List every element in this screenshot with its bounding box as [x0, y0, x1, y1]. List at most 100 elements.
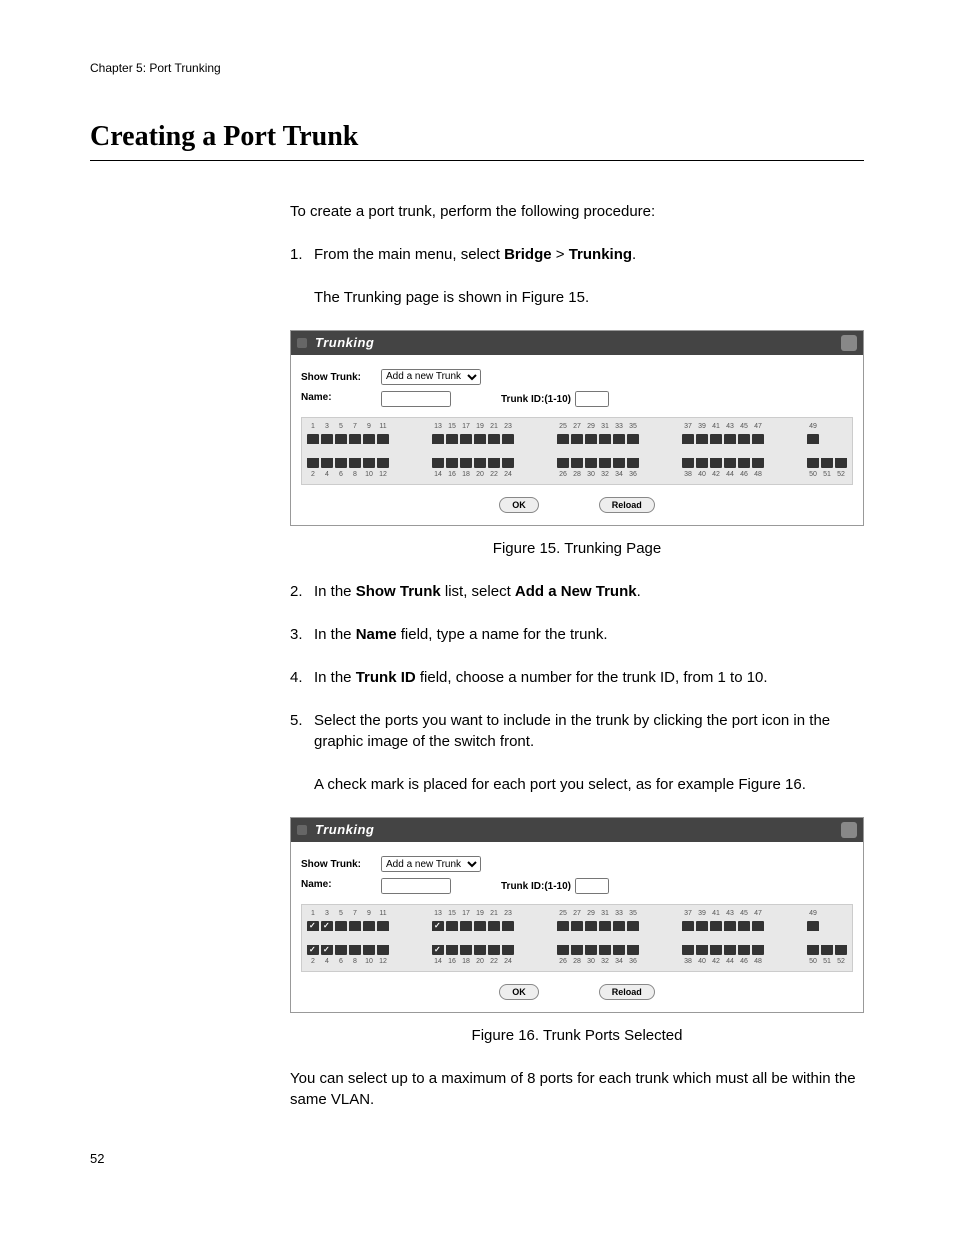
port-44[interactable]	[724, 458, 736, 468]
port-34[interactable]	[613, 458, 625, 468]
port-5[interactable]	[335, 921, 347, 931]
trunk-id-input[interactable]	[575, 878, 609, 894]
port-40[interactable]	[696, 945, 708, 955]
port-45[interactable]	[738, 434, 750, 444]
port-48[interactable]	[752, 945, 764, 955]
port-40[interactable]	[696, 458, 708, 468]
port-9[interactable]	[363, 921, 375, 931]
port-22[interactable]	[488, 458, 500, 468]
port-28[interactable]	[571, 458, 583, 468]
port-2[interactable]	[307, 945, 319, 955]
trunk-id-input[interactable]	[575, 391, 609, 407]
port-31[interactable]	[599, 921, 611, 931]
port-39[interactable]	[696, 434, 708, 444]
port-33[interactable]	[613, 921, 625, 931]
port-38[interactable]	[682, 458, 694, 468]
port-6[interactable]	[335, 945, 347, 955]
port-20[interactable]	[474, 458, 486, 468]
port-4[interactable]	[321, 458, 333, 468]
port-51[interactable]	[821, 458, 833, 468]
port-12[interactable]	[377, 458, 389, 468]
port-14[interactable]	[432, 945, 444, 955]
port-26[interactable]	[557, 945, 569, 955]
port-10[interactable]	[363, 945, 375, 955]
port-29[interactable]	[585, 921, 597, 931]
port-8[interactable]	[349, 945, 361, 955]
port-10[interactable]	[363, 458, 375, 468]
port-44[interactable]	[724, 945, 736, 955]
port-19[interactable]	[474, 921, 486, 931]
port-20[interactable]	[474, 945, 486, 955]
reload-button[interactable]: Reload	[599, 984, 655, 1001]
port-52[interactable]	[835, 945, 847, 955]
port-27[interactable]	[571, 921, 583, 931]
port-47[interactable]	[752, 434, 764, 444]
port-3[interactable]	[321, 921, 333, 931]
port-27[interactable]	[571, 434, 583, 444]
port-8[interactable]	[349, 458, 361, 468]
port-15[interactable]	[446, 921, 458, 931]
port-42[interactable]	[710, 458, 722, 468]
port-46[interactable]	[738, 945, 750, 955]
port-21[interactable]	[488, 434, 500, 444]
trunk-name-input[interactable]	[381, 878, 451, 894]
port-46[interactable]	[738, 458, 750, 468]
port-13[interactable]	[432, 921, 444, 931]
port-39[interactable]	[696, 921, 708, 931]
port-33[interactable]	[613, 434, 625, 444]
port-15[interactable]	[446, 434, 458, 444]
port-52[interactable]	[835, 458, 847, 468]
port-7[interactable]	[349, 921, 361, 931]
ok-button[interactable]: OK	[499, 984, 539, 1001]
port-29[interactable]	[585, 434, 597, 444]
port-16[interactable]	[446, 945, 458, 955]
port-16[interactable]	[446, 458, 458, 468]
port-43[interactable]	[724, 434, 736, 444]
port-28[interactable]	[571, 945, 583, 955]
port-43[interactable]	[724, 921, 736, 931]
port-36[interactable]	[627, 458, 639, 468]
port-24[interactable]	[502, 458, 514, 468]
port-25[interactable]	[557, 921, 569, 931]
port-45[interactable]	[738, 921, 750, 931]
port-18[interactable]	[460, 945, 472, 955]
port-18[interactable]	[460, 458, 472, 468]
port-35[interactable]	[627, 921, 639, 931]
port-6[interactable]	[335, 458, 347, 468]
trunk-name-input[interactable]	[381, 391, 451, 407]
port-23[interactable]	[502, 434, 514, 444]
port-50[interactable]	[807, 458, 819, 468]
show-trunk-select[interactable]: Add a new Trunk	[381, 369, 481, 385]
port-31[interactable]	[599, 434, 611, 444]
port-21[interactable]	[488, 921, 500, 931]
port-9[interactable]	[363, 434, 375, 444]
port-50[interactable]	[807, 945, 819, 955]
port-26[interactable]	[557, 458, 569, 468]
port-49[interactable]	[807, 434, 819, 444]
port-3[interactable]	[321, 434, 333, 444]
port-1[interactable]	[307, 434, 319, 444]
port-1[interactable]	[307, 921, 319, 931]
port-7[interactable]	[349, 434, 361, 444]
port-4[interactable]	[321, 945, 333, 955]
port-37[interactable]	[682, 434, 694, 444]
port-13[interactable]	[432, 434, 444, 444]
port-2[interactable]	[307, 458, 319, 468]
port-17[interactable]	[460, 434, 472, 444]
port-48[interactable]	[752, 458, 764, 468]
ok-button[interactable]: OK	[499, 497, 539, 514]
port-19[interactable]	[474, 434, 486, 444]
port-24[interactable]	[502, 945, 514, 955]
reload-button[interactable]: Reload	[599, 497, 655, 514]
port-41[interactable]	[710, 921, 722, 931]
port-30[interactable]	[585, 458, 597, 468]
port-25[interactable]	[557, 434, 569, 444]
port-51[interactable]	[821, 945, 833, 955]
port-47[interactable]	[752, 921, 764, 931]
port-32[interactable]	[599, 458, 611, 468]
port-42[interactable]	[710, 945, 722, 955]
port-12[interactable]	[377, 945, 389, 955]
port-38[interactable]	[682, 945, 694, 955]
port-22[interactable]	[488, 945, 500, 955]
port-37[interactable]	[682, 921, 694, 931]
